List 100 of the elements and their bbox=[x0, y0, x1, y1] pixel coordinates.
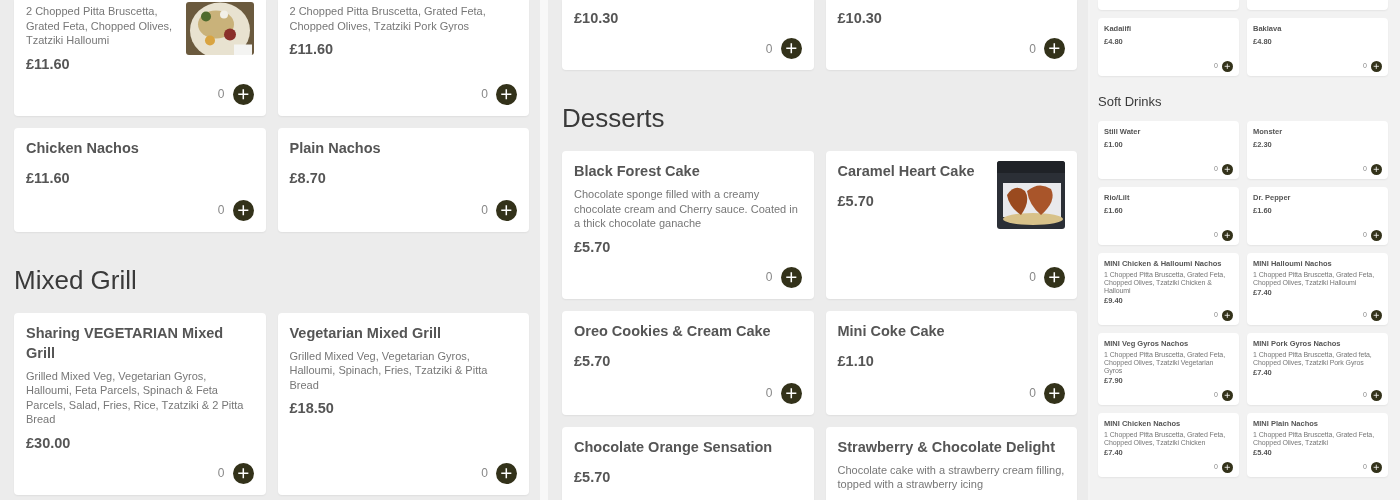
add-button[interactable] bbox=[1222, 61, 1233, 72]
quantity-count: 0 bbox=[1029, 385, 1036, 403]
item-price: £30.00 bbox=[26, 433, 72, 453]
add-button[interactable] bbox=[496, 199, 517, 221]
item-price: £18.50 bbox=[289, 399, 335, 419]
add-button[interactable] bbox=[1222, 309, 1233, 321]
menu-card[interactable]: Sharing VEGETARIAN Mixed Grill Grilled Mixed Veg, Vegetarian Gyros, Halloumi, Feta Parcels, Spinach & Feta Parcels, Salad, Fries, Rice, Tzatziki & 2 Pitta Bread £30.00 0 bbox=[14, 312, 266, 495]
plus-icon bbox=[1224, 231, 1231, 239]
item-price: £5.70 bbox=[574, 351, 612, 371]
menu-card[interactable]: Strawberry & Chocolate Delight Chocolate cake with a strawberry cream filling, topped with a strawberry icing bbox=[825, 426, 1077, 500]
item-description: Chocolate cake with a strawberry cream filling, topped with a strawberry icing bbox=[837, 462, 1065, 492]
add-button[interactable] bbox=[780, 382, 802, 404]
menu-card[interactable]: Oreo Cookies & Cream Cake £5.70 0 bbox=[562, 310, 814, 415]
menu-card[interactable]: Black Forest Cake Chocolate sponge filled with a creamy chocolate cream and Cherry sauce. Coated in a thick chocolate ganache £5.70 0 bbox=[562, 151, 814, 299]
plus-icon bbox=[1373, 231, 1380, 239]
plus-icon bbox=[1224, 311, 1231, 319]
plus-icon bbox=[1224, 165, 1231, 173]
add-button[interactable] bbox=[1371, 61, 1382, 72]
item-price: £5.70 bbox=[574, 467, 612, 487]
plus-icon bbox=[1048, 42, 1061, 55]
add-button[interactable] bbox=[1371, 163, 1382, 175]
item-description: Chocolate sponge filled with a creamy chocolate cream and Cherry sauce. Coated in a thick chocolate ganache bbox=[574, 187, 799, 231]
item-title: Sharing VEGETARIAN Mixed Grill bbox=[26, 323, 225, 363]
item-title: Mini Coke Cake bbox=[837, 321, 946, 341]
quantity-count: 0 bbox=[481, 465, 488, 483]
item-title: Chicken Nachos bbox=[26, 138, 140, 158]
item-price: £11.60 bbox=[26, 54, 71, 74]
item-description: Grilled Mixed Veg, Vegetarian Gyros, Halloumi, Feta Parcels, Spinach & Feta Parcels, Salad, Fries, Rice, Tzatziki & 2 Pitta Bread bbox=[26, 368, 245, 427]
item-price: £1.10 bbox=[837, 351, 875, 371]
item-title: Plain Nachos bbox=[289, 138, 382, 158]
plus-icon bbox=[236, 466, 250, 480]
section-heading: Mixed Grill bbox=[14, 264, 138, 296]
plus-icon bbox=[500, 466, 513, 480]
quantity-count: 0 bbox=[765, 40, 773, 58]
item-title: Strawberry & Chocolate Delight bbox=[837, 437, 1057, 457]
menu-card[interactable]: £10.30 0 bbox=[825, 0, 1077, 70]
add-button[interactable] bbox=[496, 462, 517, 484]
add-button[interactable] bbox=[1222, 163, 1233, 175]
add-button[interactable] bbox=[1222, 389, 1233, 401]
plus-icon bbox=[784, 42, 798, 55]
plus-icon bbox=[236, 87, 250, 101]
plus-icon bbox=[1373, 165, 1380, 173]
quantity-count: 0 bbox=[217, 86, 225, 103]
menu-card[interactable]: £10.30 0 bbox=[562, 0, 814, 70]
plus-icon bbox=[1224, 463, 1231, 471]
item-title: Caramel Heart Cake bbox=[837, 162, 976, 182]
quantity-count: 0 bbox=[217, 465, 225, 483]
plus-icon bbox=[500, 203, 513, 217]
quantity-count: 0 bbox=[481, 86, 488, 103]
menu-card[interactable]: Chocolate Orange Sensation £5.70 bbox=[562, 426, 814, 500]
add-button[interactable] bbox=[1371, 309, 1382, 321]
item-price: £5.70 bbox=[837, 192, 875, 212]
add-button[interactable] bbox=[232, 199, 254, 221]
plus-icon bbox=[1048, 270, 1061, 284]
plus-icon bbox=[1048, 386, 1061, 400]
item-price: £8.70 bbox=[289, 168, 327, 188]
item-price: £10.30 bbox=[574, 9, 620, 28]
menu-card[interactable]: 2 Chopped Pitta Bruscetta, Grated Feta, Chopped Olives, Tzatziki Halloumi £11.60 0 bbox=[14, 0, 266, 116]
plus-icon bbox=[1373, 63, 1380, 70]
add-button[interactable] bbox=[496, 83, 517, 105]
add-button[interactable] bbox=[1371, 229, 1382, 241]
add-button[interactable] bbox=[232, 462, 254, 484]
plus-icon bbox=[784, 386, 798, 400]
plus-icon bbox=[1373, 391, 1380, 399]
menu-card[interactable]: Plain Nachos £8.70 0 bbox=[277, 127, 529, 232]
add-button[interactable] bbox=[1222, 461, 1233, 473]
item-price: £11.60 bbox=[26, 168, 71, 188]
item-description: 2 Chopped Pitta Bruscetta, Grated Feta, Chopped Olives, Tzatziki Halloumi bbox=[26, 4, 174, 48]
section-heading: Desserts bbox=[562, 103, 666, 135]
menu-card[interactable]: 2 Chopped Pitta Bruscetta, Grated Feta, Chopped Olives, Tzatziki Pork Gyros £11.60 0 bbox=[277, 0, 529, 116]
add-button[interactable] bbox=[780, 38, 802, 59]
section-heading: Soft Drinks bbox=[1098, 94, 1163, 110]
item-price: £10.30 bbox=[837, 9, 883, 28]
quantity-count: 0 bbox=[217, 202, 225, 219]
add-button[interactable] bbox=[1371, 389, 1382, 401]
add-button[interactable] bbox=[1371, 461, 1382, 473]
item-description: 2 Chopped Pitta Bruscetta, Grated Feta, Chopped Olives, Tzatziki Pork Gyros bbox=[289, 4, 487, 33]
quantity-count: 0 bbox=[1029, 269, 1036, 287]
menu-card[interactable]: Vegetarian Mixed Grill Grilled Mixed Veg, Vegetarian Gyros, Halloumi, Spinach, Fries, Tzatziki & Pitta Bread £18.50 0 bbox=[277, 312, 529, 495]
menu-card[interactable]: Caramel Heart Cake £5.70 0 bbox=[825, 151, 1077, 299]
menu-card[interactable]: Mini Coke Cake £1.10 0 bbox=[825, 310, 1077, 415]
item-title: Black Forest Cake bbox=[574, 162, 701, 182]
add-button[interactable] bbox=[1044, 382, 1065, 404]
add-button[interactable] bbox=[780, 266, 802, 288]
item-description: Grilled Mixed Veg, Vegetarian Gyros, Halloumi, Spinach, Fries, Tzatziki & Pitta Bread bbox=[289, 348, 489, 393]
item-title: Oreo Cookies & Cream Cake bbox=[574, 321, 772, 341]
menu-card[interactable]: Chicken Nachos £11.60 0 bbox=[14, 127, 266, 232]
plus-icon bbox=[1373, 463, 1380, 471]
plus-icon bbox=[236, 203, 250, 217]
item-title: Vegetarian Mixed Grill bbox=[289, 323, 442, 343]
plus-icon bbox=[500, 87, 513, 101]
add-button[interactable] bbox=[1222, 229, 1233, 241]
add-button[interactable] bbox=[232, 83, 254, 105]
add-button[interactable] bbox=[1044, 38, 1065, 59]
quantity-count: 0 bbox=[765, 385, 773, 403]
item-title: Chocolate Orange Sensation bbox=[574, 437, 774, 457]
item-price: £11.60 bbox=[289, 40, 335, 59]
add-button[interactable] bbox=[1044, 266, 1065, 288]
plus-icon bbox=[1373, 311, 1380, 319]
plus-icon bbox=[1224, 63, 1231, 70]
